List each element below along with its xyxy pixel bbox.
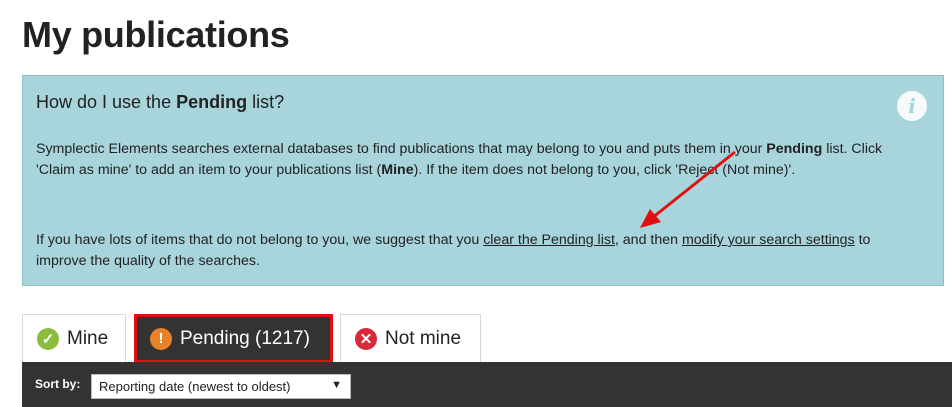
sort-select-value: Reporting date (newest to oldest) [99, 379, 291, 394]
x-circle-icon: ✕ [355, 327, 377, 350]
modify-search-settings-link[interactable]: modify your search settings [682, 232, 855, 248]
tab-pending[interactable]: ! Pending (1217) [134, 314, 333, 363]
page-title: My publications [22, 14, 290, 55]
tab-mine-label: Mine [67, 327, 109, 349]
sort-select[interactable]: Reporting date (newest to oldest) ▼ [91, 374, 351, 399]
tab-pending-label: Pending (1217) [180, 327, 310, 349]
help-panel: How do I use the Pending list? i Symplec… [22, 75, 944, 286]
help-paragraph-1: Symplectic Elements searches external da… [36, 139, 906, 181]
sort-label: Sort by: [35, 377, 81, 391]
exclamation-circle-icon: ! [150, 327, 172, 350]
help-text: If you have lots of items that do not be… [36, 232, 484, 248]
help-heading-suffix: list? [247, 92, 285, 112]
chevron-down-icon: ▼ [331, 379, 342, 391]
sort-toolbar: Sort by: Reporting date (newest to oldes… [22, 362, 952, 407]
help-text-bold: Pending [766, 141, 823, 157]
tab-mine[interactable]: ✓ Mine [22, 314, 126, 362]
tab-not-mine-label: Not mine [385, 327, 462, 349]
check-circle-icon: ✓ [37, 327, 59, 350]
help-text: Symplectic Elements searches external da… [36, 141, 767, 157]
info-icon: i [897, 91, 927, 121]
help-paragraph-2: If you have lots of items that do not be… [36, 230, 906, 272]
help-heading-prefix: How do I use the [36, 92, 177, 112]
help-text-bold: Mine [381, 162, 414, 178]
help-text: , and then [614, 232, 682, 248]
help-heading: How do I use the Pending list? [36, 92, 284, 113]
help-text: ). If the item does not belong to you, c… [413, 162, 796, 178]
help-heading-bold: Pending [176, 92, 248, 112]
tab-not-mine[interactable]: ✕ Not mine [340, 314, 481, 362]
clear-pending-link[interactable]: clear the Pending list [483, 232, 615, 248]
